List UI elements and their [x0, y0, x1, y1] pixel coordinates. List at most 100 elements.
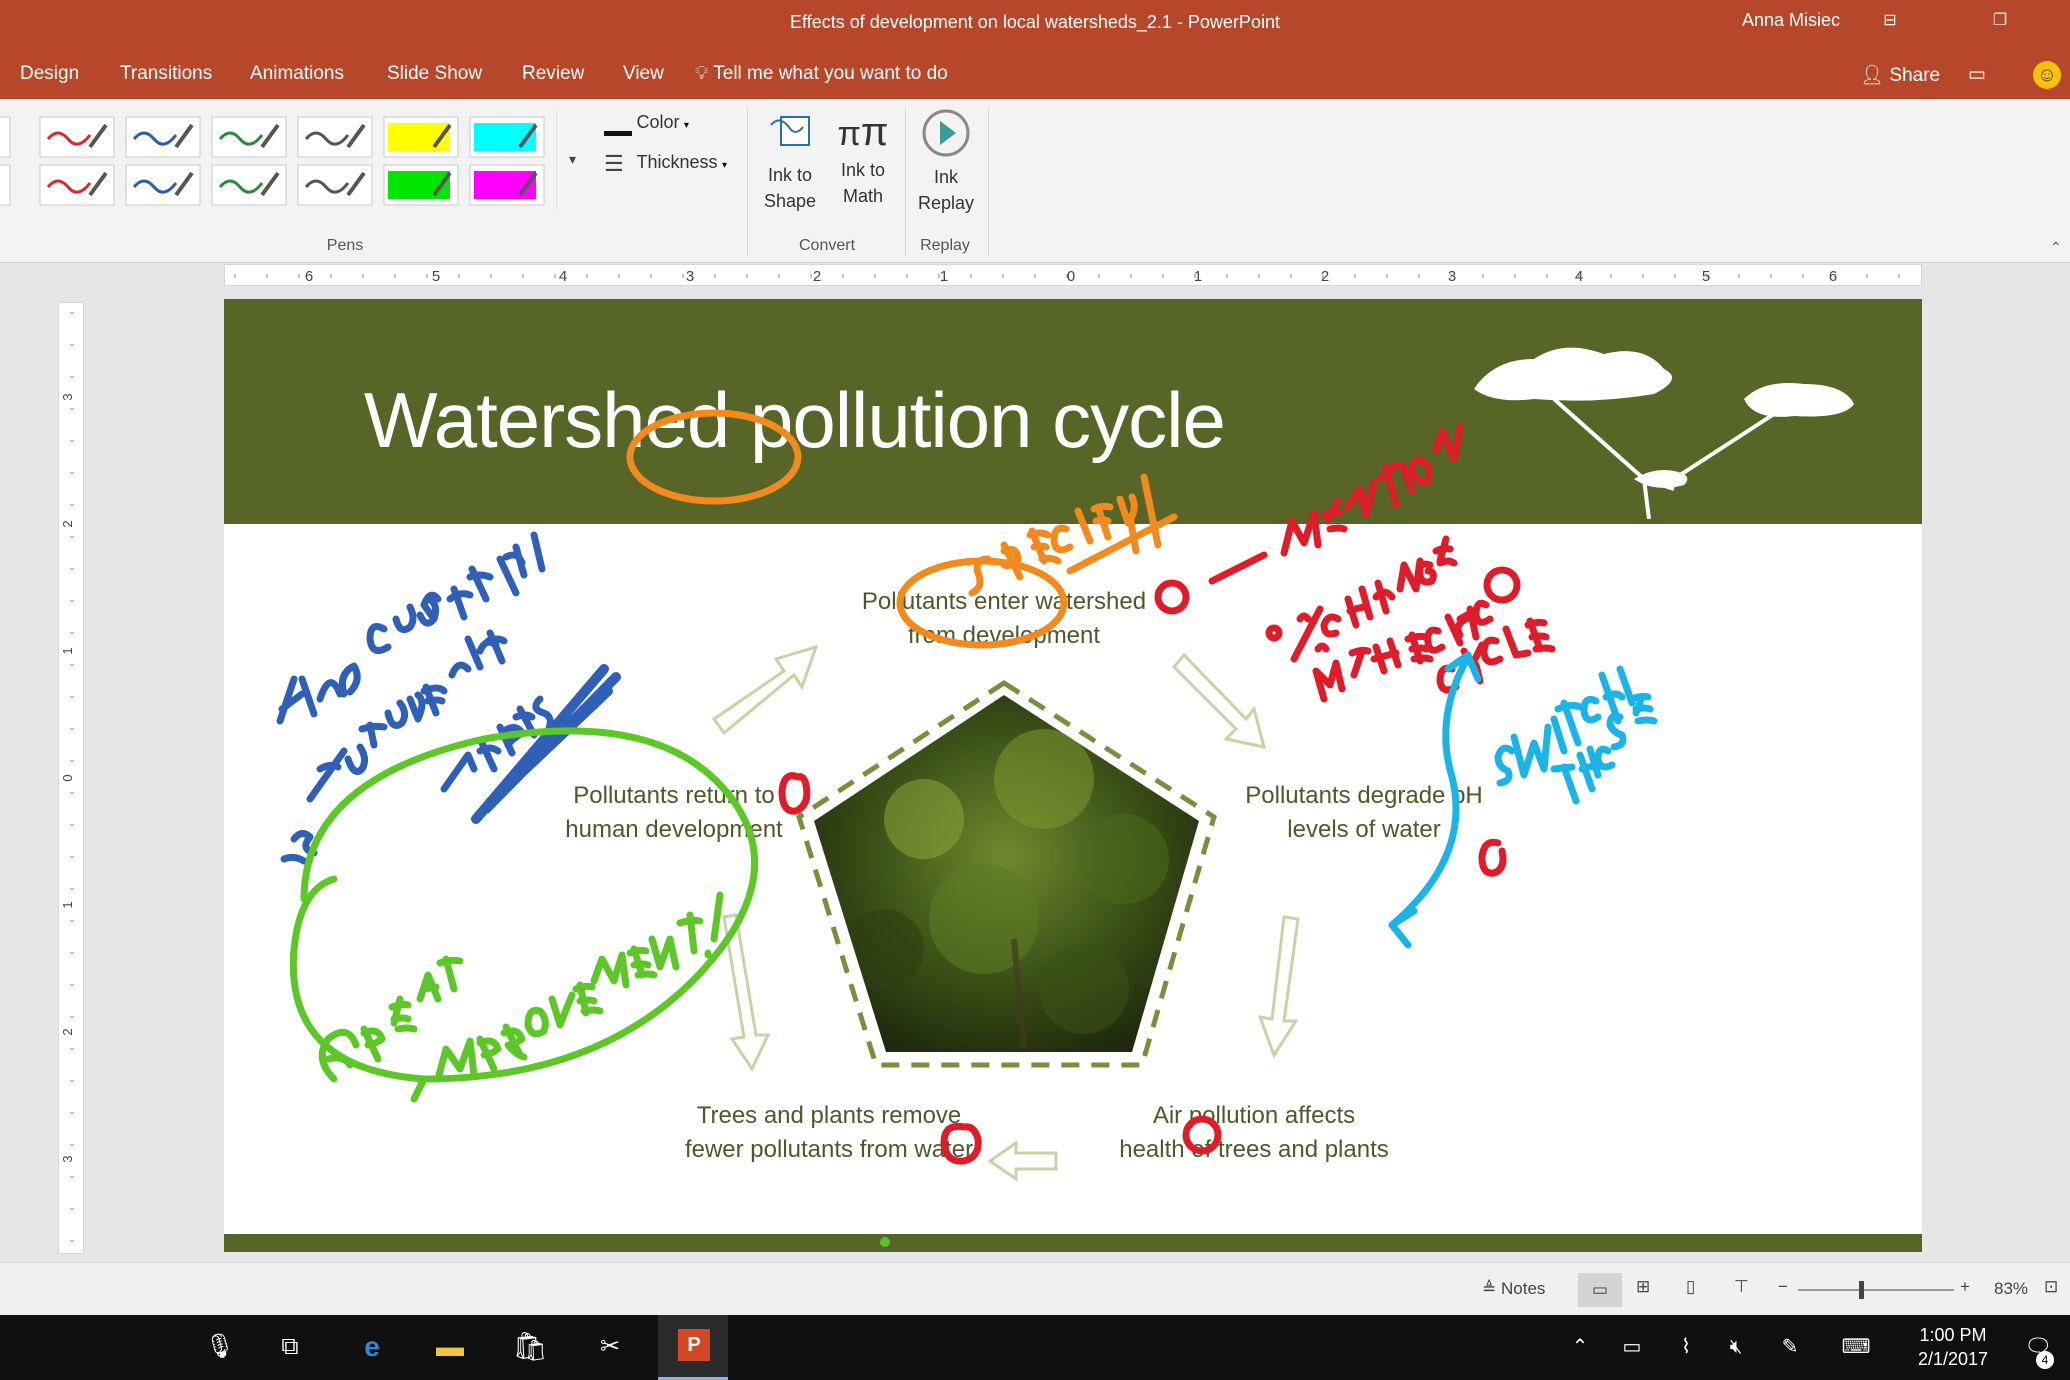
zoom-slider[interactable] — [1798, 1281, 1954, 1299]
ruler-label: 6 — [305, 268, 313, 285]
ink-orange-note — [626, 409, 1178, 649]
pen-workspace-icon[interactable]: ✎ — [1770, 1327, 1810, 1367]
ruler-label: 5 — [432, 268, 440, 285]
ribbon-display-options-icon[interactable]: ⊟ — [1870, 8, 1910, 34]
tab-transitions[interactable]: Transitions — [120, 63, 212, 85]
slide-indicator-dot — [880, 1237, 890, 1247]
share-label: Share — [1889, 65, 1941, 86]
thickness-dropdown[interactable]: ☰ Thickness ▾ — [604, 149, 754, 177]
ink-replay-line2: Replay — [917, 193, 975, 213]
comments-icon[interactable]: ▭ — [1968, 63, 1986, 86]
ribbon-tabs: Design Transitions Animations Slide Show… — [0, 49, 2070, 99]
ink-to-shape-line2: Shape — [763, 191, 817, 211]
ruler-label: 3 — [60, 1155, 75, 1162]
zoom-in-button[interactable]: + — [1960, 1277, 1970, 1297]
tab-design[interactable]: Design — [20, 63, 79, 85]
ink-to-math-line2: Math — [842, 186, 884, 206]
ink-replay-button[interactable]: Ink Replay — [912, 107, 980, 227]
ruler-label: 0 — [1067, 268, 1075, 285]
tell-me-box[interactable]: 💡︎ Tell me what you want to do — [695, 63, 948, 85]
task-view-icon[interactable]: ⧉ — [270, 1327, 310, 1367]
ruler-label: 5 — [1702, 268, 1710, 285]
edge-browser-icon[interactable]: e — [352, 1327, 392, 1367]
ink-to-math-line1: Ink to — [840, 160, 886, 180]
snipping-tool-icon[interactable]: ✂ — [590, 1327, 630, 1367]
ink-to-shape-button[interactable]: Ink to Shape — [757, 107, 823, 227]
collapse-ribbon-icon[interactable]: ⌃ — [2050, 239, 2062, 256]
ink-green-note — [289, 727, 758, 1103]
slide-footer-band — [224, 1234, 1922, 1252]
microphone-icon[interactable]: 🎙︎ — [200, 1327, 240, 1367]
ink-to-shape-icon — [770, 116, 810, 146]
smiley-feedback-icon[interactable]: ☺ — [2033, 61, 2061, 89]
status-bar: ≜ Notes ▭ ⊞ ▯ ⊤ − + 83% ⊡ — [0, 1262, 2070, 1316]
ruler-label: 2 — [60, 1028, 75, 1035]
ruler-label: 2 — [813, 268, 821, 285]
ruler-label: 3 — [1448, 268, 1456, 285]
zoom-level[interactable]: 83% — [1994, 1279, 2028, 1299]
ruler-label: 6 — [1829, 268, 1837, 285]
horizontal-ruler-marks: 6543210123456 — [234, 268, 1900, 285]
slide-canvas[interactable]: Watershed pollution cycle Pollutants ent… — [224, 299, 1922, 1252]
pen-gallery-graphic — [0, 116, 545, 206]
share-button[interactable]: 👤︎ Share — [1860, 63, 1940, 87]
zoom-slider-thumb[interactable] — [1859, 1281, 1864, 1299]
tell-me-text: Tell me what you want to do — [713, 63, 948, 84]
ruler-label: 0 — [60, 774, 75, 781]
group-label-replay: Replay — [920, 237, 970, 254]
battery-icon[interactable]: ▭ — [1612, 1327, 1652, 1367]
volume-muted-icon[interactable]: 🔇︎ — [1716, 1327, 1756, 1367]
notes-label: Notes — [1500, 1279, 1546, 1298]
notification-count-badge: 4 — [2036, 1351, 2054, 1369]
tab-animations[interactable]: Animations — [250, 63, 344, 85]
slide-show-icon[interactable]: ⊤ — [1734, 1277, 1749, 1297]
pen-gallery-more-button[interactable]: ▾ — [556, 111, 593, 209]
user-name[interactable]: Anna Misiec — [1742, 10, 1840, 31]
ink-red-note — [778, 423, 1556, 1165]
group-label-pens: Pens — [326, 237, 364, 254]
file-explorer-icon[interactable]: ▬ — [430, 1327, 470, 1367]
ink-replay-icon — [922, 109, 970, 157]
zoom-out-button[interactable]: − — [1778, 1277, 1788, 1297]
ruler-label: 2 — [1321, 268, 1329, 285]
color-dropdown[interactable]: Color ▾ — [604, 109, 754, 137]
taskbar: 🎙︎ ⧉ e ▬ 🛍︎ ✂ P ⌃ ▭ ⌇ 🔇︎ ✎ ⌨ 1:00 PM 2/1… — [0, 1315, 2070, 1380]
thickness-icon: ☰ — [604, 150, 624, 176]
normal-view-icon[interactable]: ▭ — [1578, 1273, 1622, 1307]
ink-to-shape-line1: Ink to — [767, 165, 813, 185]
tab-slide-show[interactable]: Slide Show — [387, 63, 482, 85]
ink-annotations[interactable] — [224, 299, 1922, 1234]
store-icon[interactable]: 🛍︎ — [510, 1327, 550, 1367]
clock-date: 2/1/2017 — [1917, 1349, 1989, 1369]
ink-replay-line1: Ink — [933, 167, 958, 187]
fit-slide-icon[interactable]: ⊡ — [2044, 1277, 2058, 1297]
horizontal-ruler: 6543210123456 — [224, 264, 1922, 286]
restore-icon[interactable]: ❐ — [1980, 8, 2020, 34]
color-label: Color — [636, 112, 680, 132]
clock-time: 1:00 PM — [1919, 1325, 1987, 1345]
powerpoint-taskbar-button[interactable]: P — [658, 1315, 728, 1380]
title-bar: Effects of development on local watershe… — [0, 0, 2070, 49]
slide-sorter-icon[interactable]: ⊞ — [1636, 1277, 1650, 1297]
wifi-icon[interactable]: ⌇ — [1666, 1327, 1706, 1367]
tab-review[interactable]: Review — [522, 63, 584, 85]
touch-keyboard-icon[interactable]: ⌨ — [1836, 1327, 1876, 1367]
thickness-label: Thickness — [636, 152, 718, 172]
ink-blue-note — [276, 531, 621, 865]
reading-view-icon[interactable]: ▯ — [1686, 1277, 1695, 1297]
ribbon: ▾ Color ▾ ☰ Thickness ▾ Pens Ink to Shap… — [0, 99, 2070, 263]
ruler-label: 4 — [559, 268, 567, 285]
show-hidden-icons-chevron[interactable]: ⌃ — [1560, 1327, 1600, 1367]
notes-icon: ≜ — [1482, 1279, 1497, 1298]
vertical-ruler: 3 2 1 0 1 2 3 — [58, 302, 84, 1254]
notes-button[interactable]: ≜ Notes — [1482, 1279, 1545, 1299]
clock[interactable]: 1:00 PM 2/1/2017 — [1898, 1323, 2008, 1371]
ruler-label: 1 — [60, 647, 75, 654]
person-icon: 👤︎ — [1860, 65, 1885, 86]
group-separator — [905, 107, 906, 257]
tab-view[interactable]: View — [623, 63, 664, 85]
powerpoint-icon: P — [678, 1329, 710, 1361]
group-separator — [747, 107, 748, 257]
group-separator — [988, 107, 989, 257]
ink-to-math-button[interactable]: ππ Ink to Math — [830, 107, 896, 227]
